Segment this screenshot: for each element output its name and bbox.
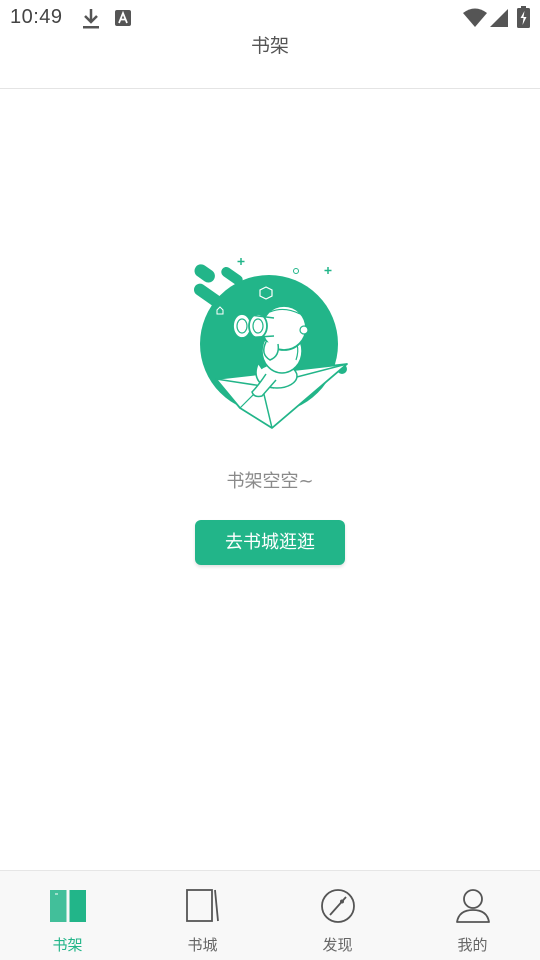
signal-icon [490, 9, 508, 27]
go-to-bookstore-button[interactable]: 去书城逛逛 [195, 520, 345, 565]
download-icon [83, 9, 99, 29]
tab-bookstore[interactable]: 书城 [135, 871, 270, 960]
page-title: 书架 [250, 35, 289, 57]
tab-discover-label: 发现 [322, 936, 353, 954]
tab-bookshelf[interactable]: 书架 [0, 871, 135, 960]
status-time: 10:49 [10, 6, 63, 28]
status-bar: 10:49 [0, 0, 540, 36]
tab-profile[interactable]: 我的 [405, 871, 540, 960]
tab-bookshelf-label: 书架 [52, 936, 83, 954]
profile-icon [455, 889, 490, 923]
bookstore-icon [185, 889, 219, 922]
tab-discover[interactable]: 发现 [270, 871, 405, 960]
bookshelf-icon [49, 890, 86, 922]
bookshelf-screen: 10:49 书架 书架空空~ 去书城逛逛 书架 书城 发现 我的 [0, 0, 540, 960]
empty-shelf-illustration [193, 258, 348, 429]
bottom-nav: 书架 书城 发现 我的 [0, 870, 540, 960]
compass-icon [320, 889, 355, 923]
header: 书架 [0, 36, 540, 89]
tab-bookstore-label: 书城 [187, 936, 218, 954]
tab-profile-label: 我的 [457, 936, 488, 954]
text-a-icon [115, 10, 131, 26]
wifi-icon [463, 8, 487, 27]
empty-shelf-message: 书架空空~ [226, 471, 314, 492]
battery-charging-icon [517, 6, 530, 28]
